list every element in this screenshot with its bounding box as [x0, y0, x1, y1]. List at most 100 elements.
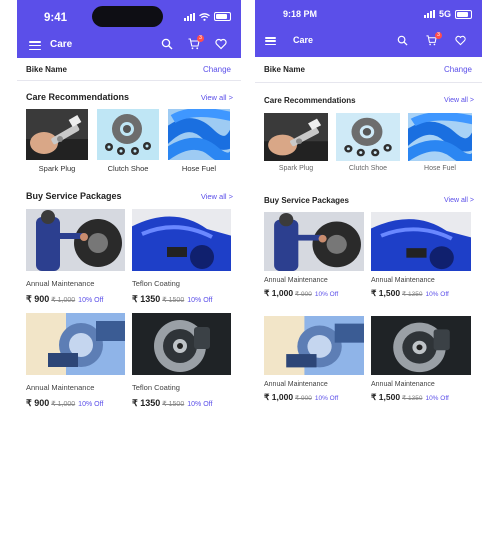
package-mrp: ₹ 1500	[162, 401, 185, 408]
status-bar: 9:41	[17, 0, 241, 33]
blue-bike-image	[132, 209, 231, 271]
section-title: Buy Service Packages	[264, 196, 349, 205]
signal-icon	[423, 10, 435, 18]
package-discount: 10% Off	[314, 395, 339, 402]
brake-disc-image	[371, 316, 471, 375]
package-card[interactable]: Annual Maintenance ₹ 900 ₹ 1,000 10% Off	[26, 313, 125, 409]
package-mrp: ₹ 900	[295, 395, 312, 402]
package-discount: 10% Off	[78, 297, 104, 304]
packages-header: Buy Service Packages View all >	[255, 196, 482, 212]
bike-name-label: Bike Name	[26, 65, 67, 74]
package-card[interactable]: Annual Maintenance ₹ 900 ₹ 1,000 10% Off	[26, 209, 125, 305]
reco-label: Spark Plug	[278, 165, 314, 172]
reco-item-hose-fuel[interactable]: Hose Fuel	[168, 109, 230, 173]
package-discount: 10% Off	[314, 291, 339, 298]
package-price: ₹ 900	[26, 294, 50, 304]
spark-plug-image	[26, 109, 88, 160]
package-price: ₹ 1350	[132, 294, 161, 304]
reco-label: Clutch Shoe	[107, 164, 149, 173]
bike-name-label: Bike Name	[264, 65, 305, 74]
reco-label: Hose Fuel	[424, 165, 456, 172]
reco-label: Clutch Shoe	[348, 165, 388, 172]
reco-item-clutch-shoe[interactable]: Clutch Shoe	[336, 113, 400, 172]
system-icons: 5G	[423, 9, 472, 19]
package-name: Teflon Coating	[132, 279, 180, 288]
view-all-link[interactable]: View all >	[444, 197, 474, 204]
menu-icon[interactable]	[265, 37, 276, 45]
package-mrp: ₹ 1350	[402, 395, 423, 402]
menu-icon[interactable]	[29, 41, 41, 50]
reco-item-hose-fuel[interactable]: Hose Fuel	[408, 113, 472, 172]
app-bar: Care 3	[17, 33, 241, 58]
reco-label: Hose Fuel	[181, 164, 217, 173]
phone-screen-left: 9:41 Care 3 Bike Name Change Care Recomm…	[17, 0, 241, 412]
clutch-shoe-image	[97, 109, 159, 160]
engine-image	[264, 316, 364, 375]
package-name: Annual Maintenance	[371, 381, 435, 388]
package-name: Annual Maintenance	[264, 381, 328, 388]
packages-header: Buy Service Packages View all >	[17, 191, 241, 207]
package-mrp: ₹ 1,000	[51, 297, 76, 304]
package-card[interactable]: Annual Maintenance ₹ 1,500 ₹ 1350 10% Off	[371, 212, 471, 299]
package-card[interactable]: Teflon Coating ₹ 1350 ₹ 1500 10% Off	[132, 209, 231, 305]
package-price: ₹ 1,000	[264, 392, 294, 402]
package-mrp: ₹ 1500	[162, 297, 185, 304]
cart-icon[interactable]: 3	[426, 32, 442, 47]
package-price: ₹ 1,500	[371, 288, 401, 298]
package-card[interactable]: Teflon Coating ₹ 1350 ₹ 1500 10% Off	[132, 313, 231, 409]
bike-row: Bike Name Change	[17, 58, 241, 81]
package-discount: 10% Off	[425, 395, 449, 402]
package-name: Teflon Coating	[132, 383, 180, 392]
reco-item-clutch-shoe[interactable]: Clutch Shoe	[97, 109, 159, 173]
section-title: Buy Service Packages	[26, 191, 122, 201]
reco-label: Spark Plug	[38, 164, 76, 173]
package-name: Annual Maintenance	[26, 279, 95, 288]
package-price: ₹ 900	[26, 398, 50, 408]
heart-icon[interactable]	[455, 35, 467, 47]
app-bar: Care 3	[255, 31, 482, 57]
reco-item-spark-plug[interactable]: Spark Plug	[264, 113, 328, 172]
view-all-link[interactable]: View all >	[444, 97, 474, 104]
view-all-link[interactable]: View all >	[201, 93, 233, 102]
status-time: 9:41	[44, 12, 68, 24]
battery-icon	[214, 12, 231, 21]
wifi-icon	[199, 12, 210, 21]
phone-screen-right: 9:18 PM 5G Care 3 Bike Name Change Care …	[255, 0, 482, 412]
package-mrp: ₹ 1350	[402, 291, 423, 298]
package-name: Annual Maintenance	[371, 277, 435, 284]
package-mrp: ₹ 1,000	[51, 401, 76, 408]
page-title: Care	[50, 39, 73, 50]
change-bike-link[interactable]: Change	[444, 65, 472, 74]
system-icons	[184, 12, 231, 21]
mechanic-tire-image	[26, 209, 125, 271]
bike-row: Bike Name Change	[255, 57, 482, 83]
section-title: Care Recommendations	[264, 96, 356, 105]
reco-item-spark-plug[interactable]: Spark Plug	[26, 109, 88, 173]
package-discount: 10% Off	[78, 401, 104, 408]
package-name: Annual Maintenance	[264, 277, 328, 284]
package-card[interactable]: Annual Maintenance ₹ 1,000 ₹ 900 10% Off	[264, 316, 364, 403]
engine-image	[26, 313, 125, 375]
package-name: Annual Maintenance	[26, 383, 95, 392]
hose-fuel-image	[408, 113, 472, 161]
package-card[interactable]: Annual Maintenance ₹ 1,000 ₹ 900 10% Off	[264, 212, 364, 299]
search-icon[interactable]	[397, 35, 409, 47]
search-icon[interactable]	[161, 38, 173, 50]
recommendations-header: Care Recommendations View all >	[17, 92, 241, 108]
package-discount: 10% Off	[425, 291, 449, 298]
recommendations-header: Care Recommendations View all >	[255, 96, 482, 112]
cart-badge: 3	[197, 35, 204, 42]
cart-badge: 3	[435, 32, 442, 39]
package-card[interactable]: Annual Maintenance ₹ 1,500 ₹ 1350 10% Off	[371, 316, 471, 403]
package-discount: 10% Off	[187, 401, 213, 408]
view-all-link[interactable]: View all >	[201, 192, 233, 201]
brake-disc-image	[132, 313, 231, 375]
page-title: Care	[293, 35, 314, 45]
blue-bike-image	[371, 212, 471, 271]
cart-icon[interactable]: 3	[188, 35, 204, 50]
package-mrp: ₹ 900	[295, 291, 312, 298]
heart-icon[interactable]	[215, 38, 227, 50]
change-bike-link[interactable]: Change	[203, 65, 231, 74]
section-title: Care Recommendations	[26, 92, 130, 102]
clutch-shoe-image	[336, 113, 400, 161]
